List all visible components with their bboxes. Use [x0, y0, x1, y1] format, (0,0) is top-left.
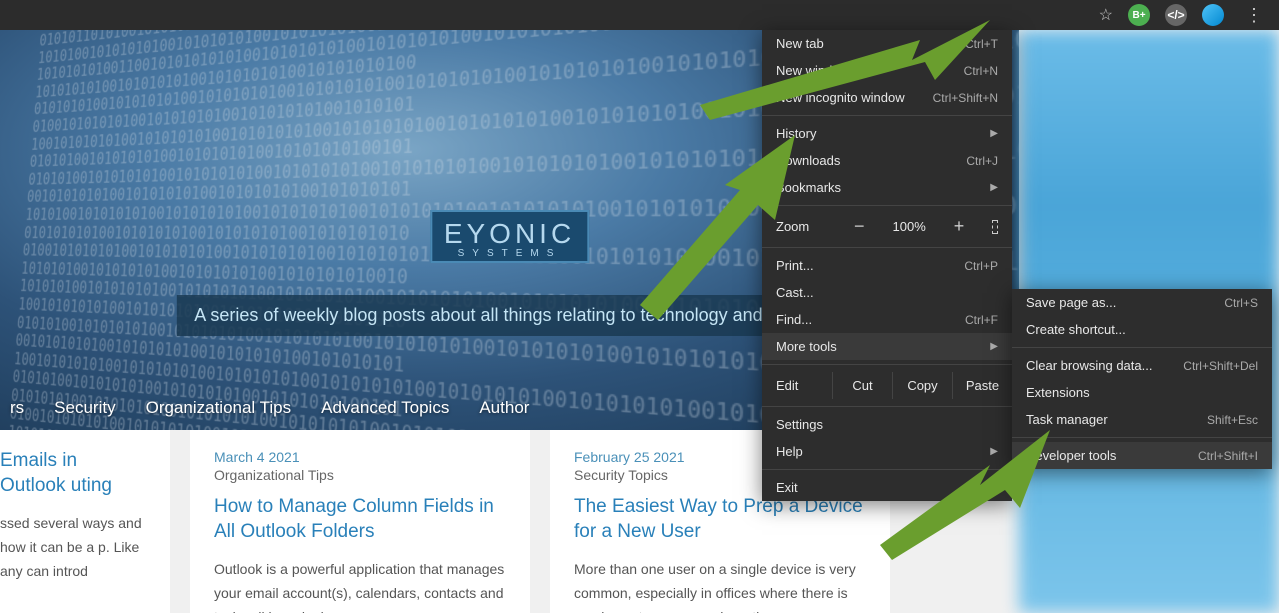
zoom-value: 100% — [893, 219, 926, 234]
card-date: March 4 2021 — [214, 449, 506, 465]
zoom-in-button[interactable]: + — [946, 216, 973, 237]
blog-card: March 4 2021 Organizational Tips How to … — [190, 425, 530, 613]
card-title[interactable]: The Easiest Way to Prep a Device for a N… — [574, 495, 866, 544]
card-title[interactable]: Emails in Outlook uting — [0, 449, 146, 498]
submenu-extensions[interactable]: Extensions — [1012, 379, 1272, 406]
menu-divider — [762, 406, 1012, 407]
nav-menu: rs Security Organizational Tips Advanced… — [10, 398, 529, 418]
extension-icon-1[interactable]: B+ — [1128, 4, 1150, 26]
zoom-out-button[interactable]: − — [846, 216, 873, 237]
nav-item-organizational[interactable]: Organizational Tips — [146, 398, 292, 418]
logo-main-text: EYONIC — [444, 218, 575, 250]
site-logo[interactable]: EYONIC SYSTEMS — [430, 210, 589, 263]
cut-button[interactable]: Cut — [832, 372, 892, 399]
bookmark-star-icon[interactable]: ☆ — [1099, 5, 1113, 25]
chevron-right-icon: ▶ — [990, 341, 998, 352]
nav-item-advanced[interactable]: Advanced Topics — [321, 398, 449, 418]
logo-sub-text: SYSTEMS — [444, 248, 575, 259]
edit-label: Edit — [762, 372, 832, 399]
card-excerpt: ssed several ways and how it can be a p.… — [0, 512, 146, 583]
submenu-task-manager[interactable]: Task managerShift+Esc — [1012, 406, 1272, 433]
fullscreen-icon[interactable] — [992, 220, 998, 234]
annotation-arrow-2 — [640, 130, 820, 320]
browser-toolbar: ☆ B+ </> ⋮ — [0, 0, 1279, 30]
card-category: Organizational Tips — [214, 467, 506, 483]
annotation-arrow-1 — [700, 10, 1000, 120]
submenu-clear-data[interactable]: Clear browsing data...Ctrl+Shift+Del — [1012, 352, 1272, 379]
extension-icon-2[interactable]: </> — [1165, 4, 1187, 26]
copy-button[interactable]: Copy — [892, 372, 952, 399]
blog-card: Emails in Outlook uting ssed several way… — [0, 425, 170, 613]
nav-item-security[interactable]: Security — [54, 398, 115, 418]
menu-divider — [1012, 347, 1272, 348]
extension-icon-3[interactable] — [1202, 4, 1224, 26]
card-excerpt: Outlook is a powerful application that m… — [214, 558, 506, 613]
menu-more-tools[interactable]: More tools▶ — [762, 333, 1012, 360]
nav-item-author[interactable]: Author — [479, 398, 529, 418]
card-excerpt: More than one user on a single device is… — [574, 558, 866, 613]
chevron-right-icon: ▶ — [990, 182, 998, 193]
card-title[interactable]: How to Manage Column Fields in All Outlo… — [214, 495, 506, 544]
submenu-save-page[interactable]: Save page as...Ctrl+S — [1012, 289, 1272, 316]
menu-divider — [762, 364, 1012, 365]
nav-item-rs[interactable]: rs — [10, 398, 24, 418]
annotation-arrow-3 — [880, 430, 1060, 600]
paste-button[interactable]: Paste — [952, 372, 1012, 399]
kebab-menu-icon[interactable]: ⋮ — [1239, 3, 1269, 28]
chevron-right-icon: ▶ — [990, 128, 998, 139]
submenu-create-shortcut[interactable]: Create shortcut... — [1012, 316, 1272, 343]
menu-edit-row: Edit Cut Copy Paste — [762, 369, 1012, 402]
